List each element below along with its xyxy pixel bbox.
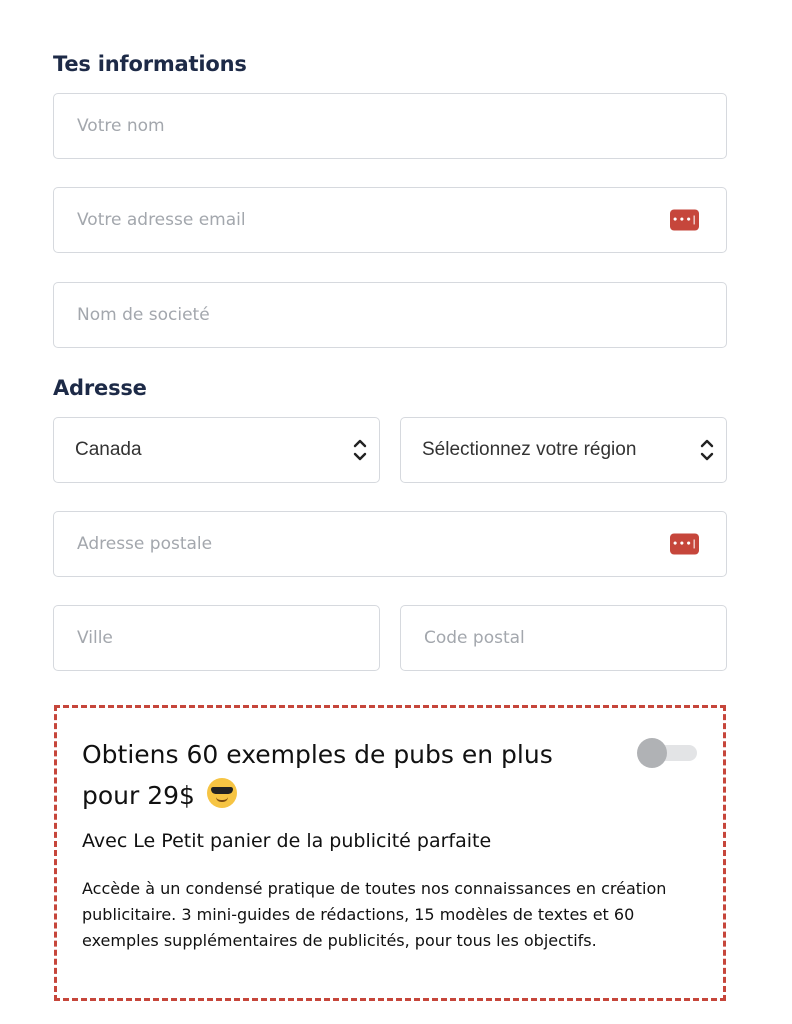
upsell-title-text: Obtiens 60 exemples de pubs en plus pour…: [82, 740, 553, 810]
country-select-value: Canada: [75, 439, 142, 460]
company-input[interactable]: [77, 283, 726, 347]
address-section-title: Adresse: [53, 376, 147, 400]
upsell-offer-box: Obtiens 60 exemples de pubs en plus pour…: [54, 705, 726, 1001]
street-field[interactable]: •••|: [53, 511, 727, 577]
city-field[interactable]: [53, 605, 380, 671]
region-select[interactable]: Sélectionnez votre région: [400, 417, 727, 483]
postal-code-field[interactable]: [400, 605, 727, 671]
city-input[interactable]: [77, 606, 379, 670]
chevron-up-down-icon: [353, 439, 367, 461]
name-field[interactable]: [53, 93, 727, 159]
password-manager-icon[interactable]: •••|: [670, 209, 699, 231]
email-input[interactable]: [77, 188, 726, 252]
street-input[interactable]: [77, 512, 726, 576]
password-manager-icon[interactable]: •••|: [670, 533, 699, 555]
info-section-title: Tes informations: [53, 52, 247, 76]
toggle-knob: [637, 738, 667, 768]
upsell-subtitle: Avec Le Petit panier de la publicité par…: [82, 830, 492, 852]
region-select-value: Sélectionnez votre région: [422, 439, 637, 460]
upsell-title: Obtiens 60 exemples de pubs en plus pour…: [82, 734, 602, 816]
country-select[interactable]: Canada: [53, 417, 380, 483]
chevron-up-down-icon: [700, 439, 714, 461]
postal-code-input[interactable]: [424, 606, 726, 670]
upsell-toggle[interactable]: [637, 738, 699, 768]
email-field[interactable]: •••|: [53, 187, 727, 253]
company-field[interactable]: [53, 282, 727, 348]
upsell-description: Accède à un condensé pratique de toutes …: [82, 879, 667, 950]
sunglasses-emoji-icon: [206, 778, 237, 808]
name-input[interactable]: [77, 94, 726, 158]
